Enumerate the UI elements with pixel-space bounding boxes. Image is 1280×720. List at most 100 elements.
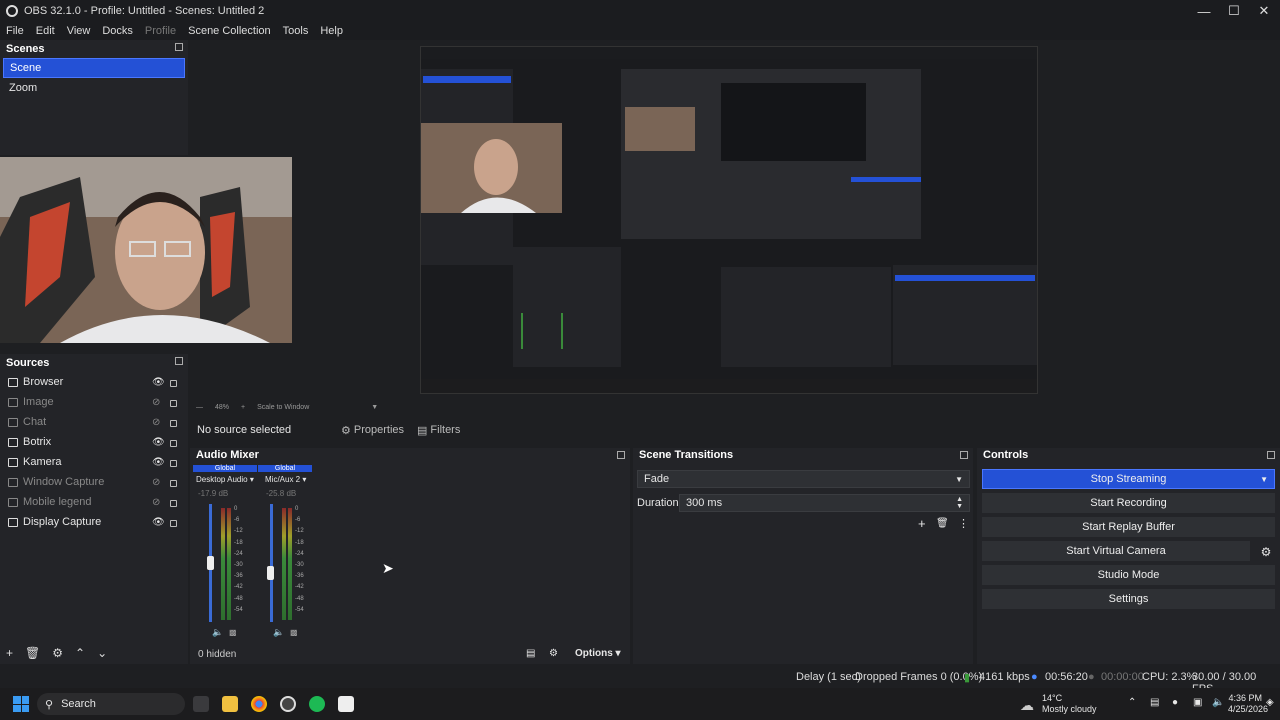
mute-speaker-icon[interactable]: 🔈 [212,627,223,638]
undock-icon[interactable] [1267,451,1275,459]
source-row-window-capture[interactable]: Window Capture ⊘ [0,472,188,492]
scale-mode-select[interactable]: Scale to Window [257,404,309,411]
chevron-down-icon[interactable]: ▼ [1260,475,1268,484]
mic-aux-select[interactable]: Mic/Aux 2 ▾ [265,475,306,484]
visibility-eye-icon[interactable]: 👁 [152,377,165,388]
source-row-chat[interactable]: Chat ⊘ [0,412,188,432]
maximize-button[interactable]: ☐ [1218,0,1250,22]
lock-icon[interactable] [170,380,177,387]
add-transition-icon[interactable]: + [918,516,926,531]
obs-taskbar-icon[interactable] [280,696,296,712]
volume-fader-track[interactable] [270,504,273,622]
source-row-browser[interactable]: Browser 👁 [0,372,188,392]
tray-chevron-icon[interactable]: ⌃ [1128,697,1136,708]
properties-button[interactable]: ⚙ Properties [341,424,404,437]
tray-display-icon[interactable]: ▣ [1193,697,1202,708]
scene-item-zoom[interactable]: Zoom [3,78,185,98]
tray-network-icon[interactable]: ▤ [1150,697,1159,708]
headphone-monitor-icon[interactable]: ▩ [229,628,237,637]
taskbar-search[interactable]: ⚲ Search [37,693,185,715]
source-row-image[interactable]: Image ⊘ [0,392,188,412]
zoom-out-button[interactable]: — [196,404,203,411]
lock-icon[interactable] [170,500,177,507]
menu-help[interactable]: Help [320,25,343,37]
source-label: Chat [23,416,47,428]
options-dropdown[interactable]: Options ▾ [575,648,621,659]
start-recording-button[interactable]: Start Recording [982,493,1275,513]
visibility-eye-icon[interactable]: 👁 [152,437,165,448]
filters-button[interactable]: ▤ Filters [417,424,460,437]
hidden-eye-icon[interactable]: ⊘ [152,477,160,488]
zoom-in-button[interactable]: + [241,404,245,411]
spotify-icon[interactable] [309,696,325,712]
weather-widget[interactable]: 14°C Mostly cloudy [1042,693,1097,715]
source-row-kamera[interactable]: Kamera 👁 [0,452,188,472]
stream-time: 00:56:20 [1045,671,1088,683]
chrome-icon[interactable] [251,696,267,712]
capcut-icon[interactable] [338,696,354,712]
tray-volume-icon[interactable]: 🔈 [1212,697,1224,708]
lock-icon[interactable] [170,400,177,407]
close-button[interactable]: ✕ [1248,0,1280,22]
hidden-eye-icon[interactable]: ⊘ [152,397,160,408]
minimize-button[interactable]: — [1188,0,1220,22]
start-replay-buffer-button[interactable]: Start Replay Buffer [982,517,1275,537]
hidden-eye-icon[interactable]: ⊘ [152,417,160,428]
menu-edit[interactable]: Edit [36,25,55,37]
headphone-monitor-icon[interactable]: ▩ [290,628,298,637]
spin-arrows-icon[interactable]: ▲ ▼ [956,496,963,510]
volume-fader-knob[interactable] [207,556,214,570]
source-row-display-capture[interactable]: Display Capture 👁 [0,512,188,532]
windows-start-icon[interactable] [13,696,29,712]
undock-icon[interactable] [175,43,183,51]
add-source-icon[interactable]: + [6,646,13,660]
db-tick: -36 [295,573,304,580]
duration-input[interactable]: 300 ms ▲ ▼ [679,494,970,512]
scene-item-scene[interactable]: Scene [3,58,185,78]
visibility-eye-icon[interactable]: 👁 [152,517,165,528]
tray-mic-icon[interactable]: ● [1172,697,1178,708]
settings-button[interactable]: Settings [982,589,1275,609]
remove-source-icon[interactable]: 🗑 [25,646,40,660]
undock-icon[interactable] [175,357,183,365]
lock-icon[interactable] [170,460,177,467]
source-row-botrix[interactable]: Botrix 👁 [0,432,188,452]
desktop-audio-select[interactable]: Desktop Audio ▾ [196,475,254,484]
hidden-eye-icon[interactable]: ⊘ [152,497,160,508]
lock-icon[interactable] [170,440,177,447]
source-row-mobile-legend[interactable]: Mobile legend ⊘ [0,492,188,512]
task-view-icon[interactable] [193,696,209,712]
source-settings-gear-icon[interactable]: ⚙ [52,646,63,660]
visibility-eye-icon[interactable]: 👁 [152,457,165,468]
more-options-icon[interactable]: ⋮ [958,517,969,530]
transition-type-select[interactable]: Fade ▼ [637,470,970,488]
notification-bell-icon[interactable]: ◈ [1266,697,1274,708]
mute-speaker-icon[interactable]: 🔈 [273,627,284,638]
move-down-icon[interactable]: ⌄ [97,646,107,660]
preview-canvas[interactable] [420,46,1038,394]
menu-file[interactable]: File [6,25,24,37]
db-scale: 0 -6 -12 -18 -24 -30 -36 -42 -48 -54 [295,504,304,616]
start-virtual-camera-button[interactable]: Start Virtual Camera [982,541,1250,561]
advanced-audio-gear-icon[interactable]: ⚙ [549,648,558,659]
undock-icon[interactable] [617,451,625,459]
lock-icon[interactable] [170,520,177,527]
menu-view[interactable]: View [67,25,91,37]
stop-streaming-button[interactable]: Stop Streaming ▼ [982,469,1275,489]
taskbar-clock[interactable]: 4:36 PM 4/25/2026 [1228,693,1268,715]
menu-scene-collection[interactable]: Scene Collection [188,25,271,37]
undock-icon[interactable] [960,451,968,459]
move-up-icon[interactable]: ⌃ [75,646,85,660]
chevron-down-icon[interactable]: ▼ [371,404,378,411]
studio-mode-button[interactable]: Studio Mode [982,565,1275,585]
remove-transition-icon[interactable]: 🗑 [936,518,949,529]
lock-icon[interactable] [170,480,177,487]
menu-tools[interactable]: Tools [283,25,309,37]
lock-icon[interactable] [170,420,177,427]
menu-profile[interactable]: Profile [145,25,176,37]
virtual-camera-gear-icon[interactable]: ⚙ [1256,542,1276,562]
volume-fader-knob[interactable] [267,566,274,580]
file-explorer-icon[interactable] [222,696,238,712]
mixer-layout-icon[interactable]: ▤ [526,648,535,659]
menu-docks[interactable]: Docks [102,25,133,37]
